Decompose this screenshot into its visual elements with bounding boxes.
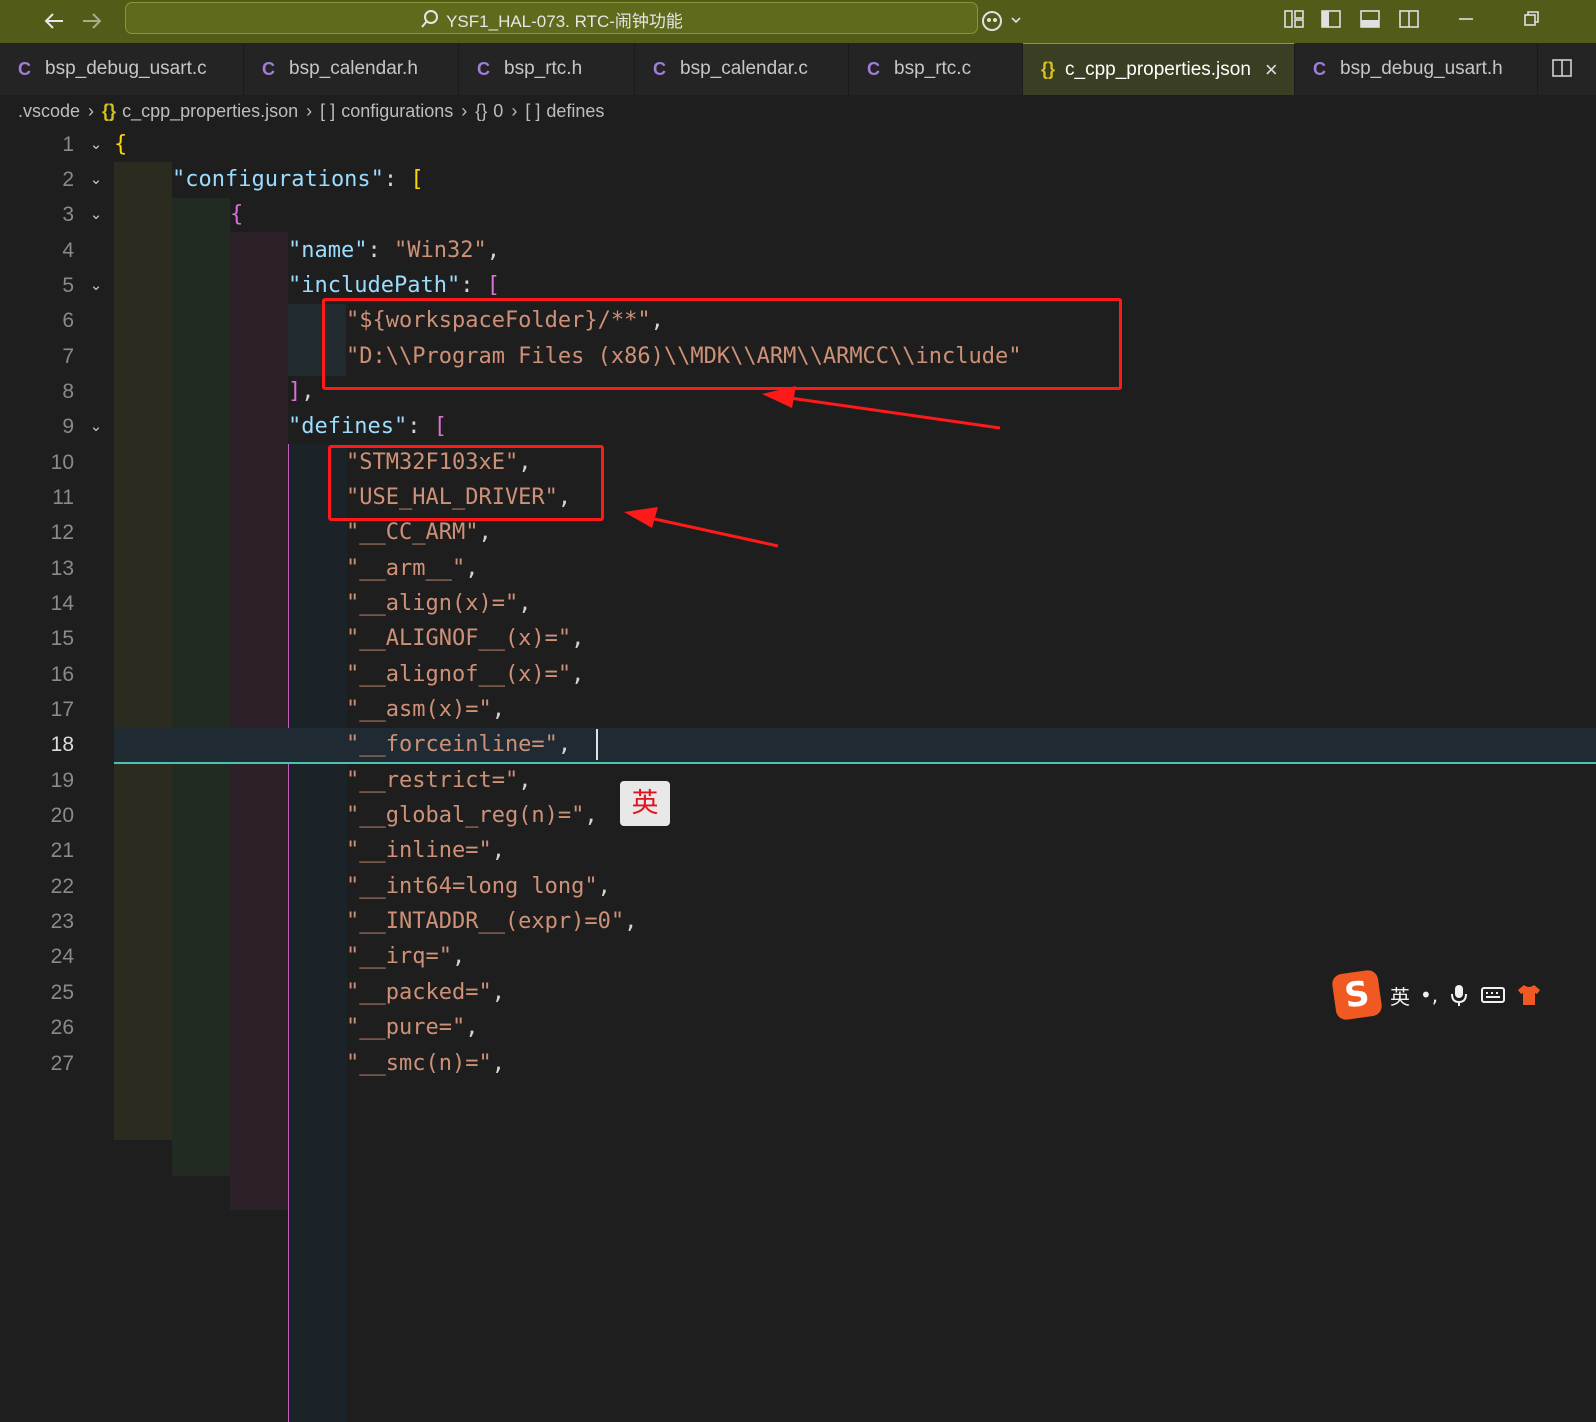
annotation-arrow-1 [762, 386, 1001, 430]
annotation-arrow-2 [624, 507, 779, 548]
ime-toolbar: S 英 •, [1331, 969, 1596, 1021]
keyboard-icon[interactable] [1480, 984, 1506, 1006]
microphone-icon[interactable] [1448, 983, 1470, 1007]
annotation-arrows [624, 386, 1001, 548]
ime-inline-indicator: 英 [620, 781, 670, 826]
ime-mode-toggle[interactable]: 英 [1390, 981, 1410, 1010]
ime-punctuation-toggle[interactable]: •, [1420, 983, 1438, 1007]
sogou-logo[interactable]: S [1331, 969, 1383, 1021]
shirt-icon[interactable] [1516, 983, 1542, 1007]
